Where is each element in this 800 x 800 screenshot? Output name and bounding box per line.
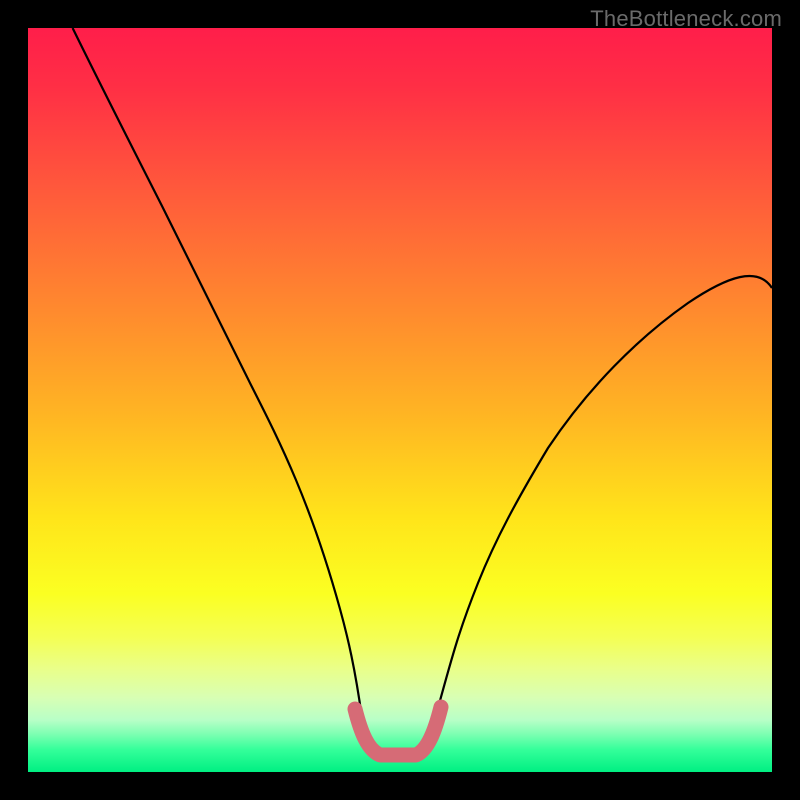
pink-floor-segment — [355, 707, 441, 755]
bottleneck-curve — [73, 28, 772, 756]
chart-root: TheBottleneck.com — [0, 0, 800, 800]
curve-svg — [28, 28, 772, 772]
plot-area — [28, 28, 772, 772]
